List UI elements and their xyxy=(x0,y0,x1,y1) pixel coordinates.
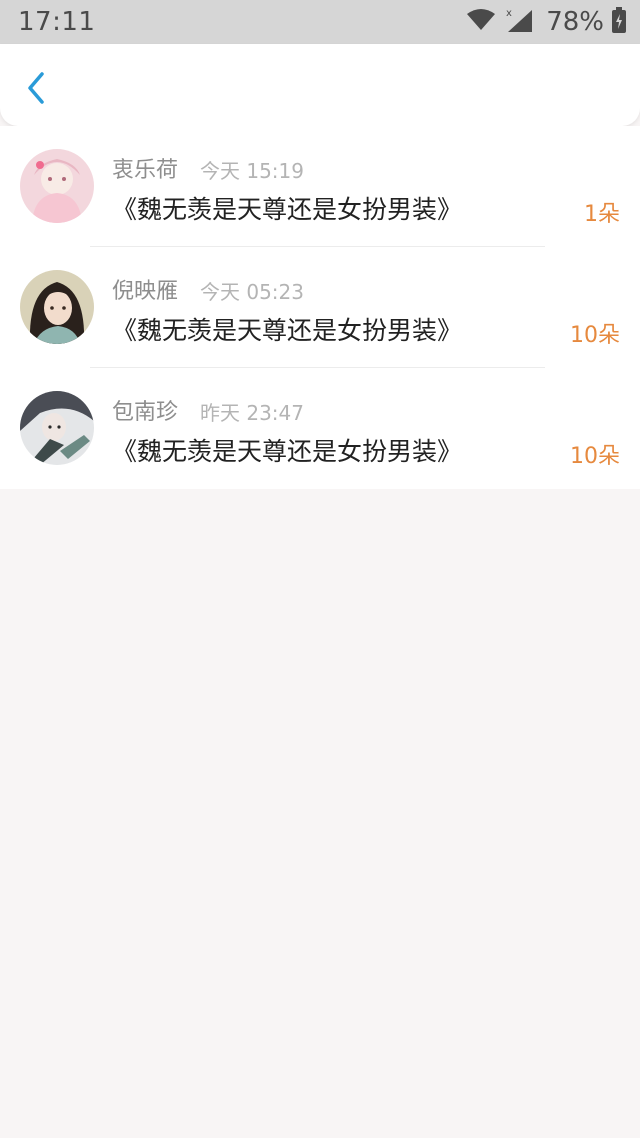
flower-count: 10朵 xyxy=(570,323,620,348)
sender-name: 倪映雁 xyxy=(112,279,179,304)
sender-name: 包南珍 xyxy=(112,400,179,425)
list-item[interactable]: 包南珍 昨天 23:47 《魏无羡是天尊还是女扮男装》 10朵 xyxy=(0,368,640,489)
book-title: 《魏无羡是天尊还是女扮男装》 xyxy=(112,316,463,345)
list-item[interactable]: 倪映雁 今天 05:23 《魏无羡是天尊还是女扮男装》 10朵 xyxy=(0,247,640,368)
avatar[interactable] xyxy=(20,270,94,344)
avatar[interactable] xyxy=(20,149,94,223)
battery-charging-icon xyxy=(612,7,626,37)
battery-percent: 78% xyxy=(546,7,604,37)
sent-time: 今天 15:19 xyxy=(200,159,304,183)
gift-record-list: 衷乐荷 今天 15:19 《魏无羡是天尊还是女扮男装》 1朵 倪映雁 今天 05… xyxy=(0,126,640,489)
book-title: 《魏无羡是天尊还是女扮男装》 xyxy=(112,195,463,224)
status-bar: 17:11 x 78% xyxy=(0,0,640,44)
cell-signal-icon: x xyxy=(504,6,534,38)
svg-text:x: x xyxy=(506,8,512,19)
sender-name: 衷乐荷 xyxy=(112,158,179,183)
sent-time: 昨天 23:47 xyxy=(200,401,304,425)
list-item[interactable]: 衷乐荷 今天 15:19 《魏无羡是天尊还是女扮男装》 1朵 xyxy=(0,126,640,247)
header-bar xyxy=(0,44,640,126)
flower-count: 1朵 xyxy=(584,202,620,227)
flower-count: 10朵 xyxy=(570,444,620,469)
status-time: 17:11 xyxy=(18,7,96,37)
chevron-left-icon xyxy=(28,72,44,104)
back-button[interactable] xyxy=(18,68,54,108)
avatar[interactable] xyxy=(20,391,94,465)
wifi-icon xyxy=(466,8,496,36)
status-icons: x 78% xyxy=(466,6,626,38)
book-title: 《魏无羡是天尊还是女扮男装》 xyxy=(112,437,463,466)
sent-time: 今天 05:23 xyxy=(200,280,304,304)
